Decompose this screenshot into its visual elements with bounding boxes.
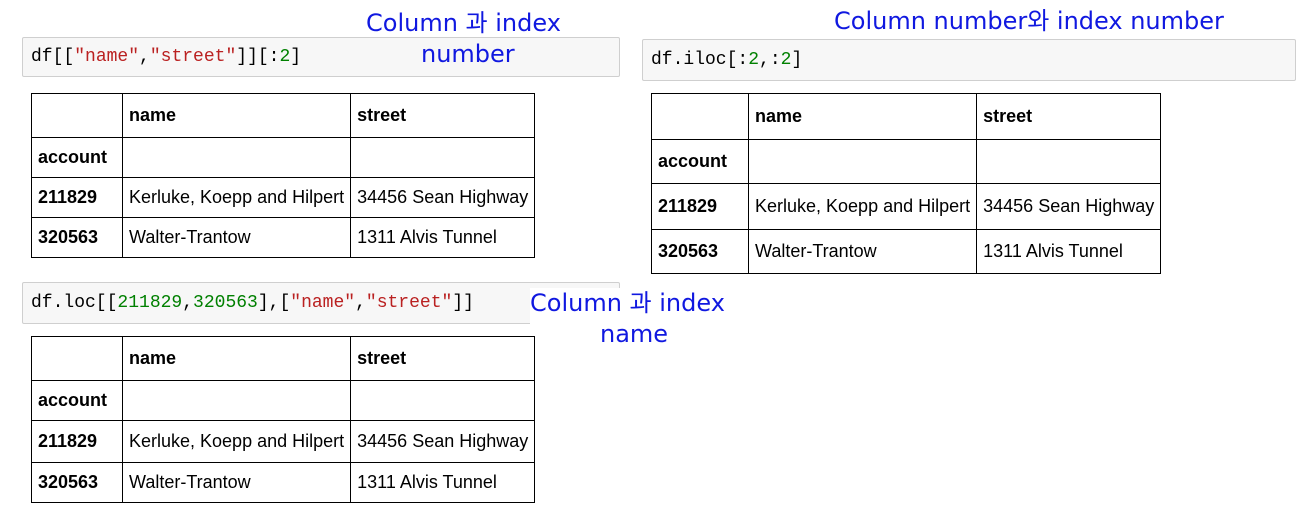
dataframe-table: name street account 211829 Kerluke, Koep… bbox=[31, 93, 536, 258]
code-token: , bbox=[182, 293, 194, 313]
table-row: 211829 Kerluke, Koepp and Hilpert 34456 … bbox=[31, 177, 536, 218]
cell-name: Kerluke, Koepp and Hilpert bbox=[121, 177, 352, 218]
empty-cell bbox=[747, 139, 978, 184]
cell-street: 1311 Alvis Tunnel bbox=[976, 229, 1162, 274]
cell-street: 1311 Alvis Tunnel bbox=[350, 217, 536, 258]
cell-street: 34456 Sean Highway bbox=[350, 420, 536, 463]
corner-header bbox=[651, 93, 749, 140]
code-token: ,: bbox=[759, 50, 781, 70]
table-row: 211829 Kerluke, Koepp and Hilpert 34456 … bbox=[651, 183, 1162, 230]
empty-cell bbox=[121, 380, 352, 421]
table-row: 320563 Walter-Trantow 1311 Alvis Tunnel bbox=[31, 217, 536, 258]
code-token: , bbox=[355, 293, 366, 313]
row-index: 211829 bbox=[31, 420, 123, 463]
cell-street: 1311 Alvis Tunnel bbox=[350, 462, 536, 503]
annotation-line: Column 과 index bbox=[366, 9, 561, 37]
code-token: ],[ bbox=[257, 293, 291, 313]
code-token: 211829 bbox=[117, 293, 183, 313]
column-header-name: name bbox=[121, 93, 352, 138]
code-token: 2 bbox=[748, 50, 760, 70]
row-index: 320563 bbox=[31, 217, 123, 258]
code-token: df.loc[[ bbox=[31, 293, 118, 313]
dataframe-table: name street account 211829 Kerluke, Koep… bbox=[651, 93, 1162, 274]
annotation-column-number-index-number: Column number와 index number bbox=[834, 6, 1224, 37]
code-token: df[[ bbox=[31, 47, 75, 67]
code-token: ] bbox=[791, 50, 803, 70]
table-row: 320563 Walter-Trantow 1311 Alvis Tunnel bbox=[651, 229, 1162, 274]
empty-cell bbox=[350, 137, 536, 178]
empty-cell bbox=[976, 139, 1162, 184]
row-index: 320563 bbox=[31, 462, 123, 503]
row-index: 320563 bbox=[651, 229, 749, 274]
annotation-column-index-name: Column 과 index name bbox=[530, 288, 725, 350]
code-token: ]][: bbox=[236, 47, 280, 67]
row-index: 211829 bbox=[651, 183, 749, 230]
empty-cell bbox=[121, 137, 352, 178]
row-index: 211829 bbox=[31, 177, 123, 218]
code-token: ] bbox=[290, 47, 302, 67]
column-header-name: name bbox=[121, 336, 352, 381]
cell-name: Kerluke, Koepp and Hilpert bbox=[121, 420, 352, 463]
annotation-line: number bbox=[421, 40, 515, 68]
code-token: 320563 bbox=[193, 293, 258, 313]
column-header-street: street bbox=[976, 93, 1162, 140]
empty-cell bbox=[350, 380, 536, 421]
code-token: ]] bbox=[452, 293, 474, 313]
code-token: , bbox=[139, 47, 150, 67]
table-row: 320563 Walter-Trantow 1311 Alvis Tunnel bbox=[31, 462, 536, 503]
annotation-line: Column number와 index number bbox=[834, 7, 1224, 35]
code-token: "name" bbox=[74, 47, 140, 67]
code-token: "street" bbox=[365, 293, 453, 313]
code-token: 2 bbox=[780, 50, 792, 70]
code-token: 2 bbox=[279, 47, 291, 67]
annotation-line: Column 과 index bbox=[530, 289, 725, 317]
index-name: account bbox=[651, 139, 749, 184]
table-row: 211829 Kerluke, Koepp and Hilpert 34456 … bbox=[31, 420, 536, 463]
cell-name: Kerluke, Koepp and Hilpert bbox=[747, 183, 978, 230]
dataframe-table: name street account 211829 Kerluke, Koep… bbox=[31, 336, 536, 503]
code-cell-iloc[interactable]: df.iloc[: 2,: 2] bbox=[642, 39, 1296, 81]
cell-street: 34456 Sean Highway bbox=[976, 183, 1162, 230]
cell-name: Walter-Trantow bbox=[747, 229, 978, 274]
column-header-name: name bbox=[747, 93, 978, 140]
cell-name: Walter-Trantow bbox=[121, 217, 352, 258]
annotation-line: name bbox=[600, 320, 669, 348]
index-name: account bbox=[31, 137, 123, 178]
corner-header bbox=[31, 336, 123, 381]
cell-name: Walter-Trantow bbox=[121, 462, 352, 503]
annotation-column-index-number: Column 과 index number bbox=[366, 8, 561, 70]
corner-header bbox=[31, 93, 123, 138]
code-token: "street" bbox=[149, 47, 237, 67]
code-token: df.iloc[: bbox=[651, 50, 749, 70]
column-header-street: street bbox=[350, 93, 536, 138]
index-name: account bbox=[31, 380, 123, 421]
column-header-street: street bbox=[350, 336, 536, 381]
code-token: "name" bbox=[290, 293, 356, 313]
cell-street: 34456 Sean Highway bbox=[350, 177, 536, 218]
